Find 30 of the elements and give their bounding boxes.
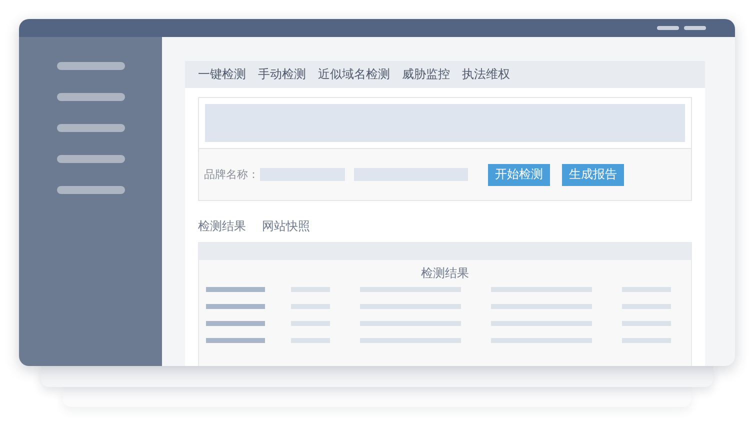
- sidebar-item[interactable]: [56, 155, 124, 163]
- result-tab[interactable]: 检测结果: [198, 218, 246, 234]
- sidebar-item[interactable]: [56, 186, 124, 194]
- placeholder-bar: [622, 304, 671, 309]
- placeholder-bar: [291, 287, 330, 292]
- placeholder-bar: [206, 338, 265, 343]
- dash-icon[interactable]: [657, 26, 679, 30]
- nav-tab[interactable]: 威胁监控: [402, 66, 450, 83]
- sidebar-item[interactable]: [56, 62, 124, 70]
- placeholder-bar: [622, 321, 671, 326]
- placeholder-bar: [206, 321, 265, 326]
- placeholder-bar: [291, 338, 330, 343]
- dash-icon[interactable]: [684, 26, 706, 30]
- placeholder-bar: [206, 304, 265, 309]
- placeholder-bar: [291, 304, 330, 309]
- nav-tab[interactable]: 执法维权: [462, 66, 510, 83]
- placeholder-bar: [291, 321, 330, 326]
- placeholder-bar: [622, 287, 671, 292]
- input-field[interactable]: [260, 168, 345, 181]
- nav-tab[interactable]: 近似域名检测: [318, 66, 390, 83]
- placeholder-bar: [622, 338, 671, 343]
- field-label: 品牌名称：: [204, 167, 259, 182]
- results-title: 检测结果: [420, 265, 470, 281]
- result-tab[interactable]: 网站快照: [262, 218, 310, 234]
- sidebar-item[interactable]: [56, 124, 124, 132]
- nav-tab[interactable]: 手动检测: [258, 66, 306, 83]
- nav-tab[interactable]: 一键检测: [198, 66, 246, 83]
- input-field[interactable]: [354, 168, 468, 181]
- sidebar-item[interactable]: [56, 93, 124, 101]
- placeholder-bar: [206, 287, 265, 292]
